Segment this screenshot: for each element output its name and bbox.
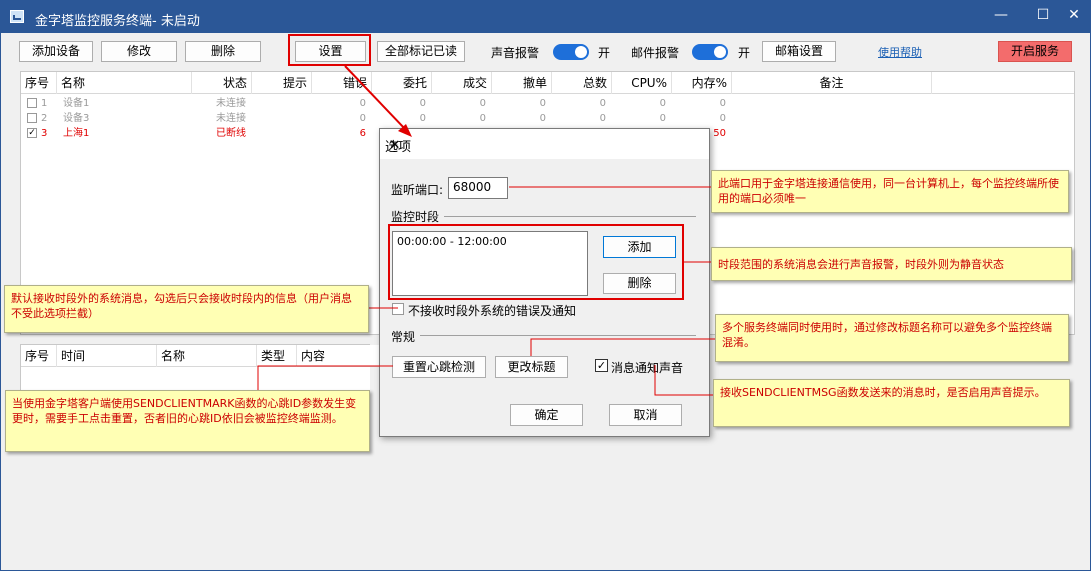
sound-callout: 接收SENDCLIENTMSG函数发送来的消息时，是否启用声音提示。 <box>713 379 1070 427</box>
no-receive-callout: 默认接收时段外的系统消息，勾选后只会接收时段内的信息（用户消息不受此选项拦截） <box>4 285 369 333</box>
title-connector <box>530 338 715 356</box>
period-callout: 时段范围的系统消息会进行声音报警，时段外则为静音状态 <box>711 247 1072 281</box>
heartbeat-connector <box>257 365 393 390</box>
settings-arrow-line <box>344 65 407 131</box>
heartbeat-callout: 当使用金字塔客户端使用SENDCLIENTMARK函数的心跳ID参数发生变更时，… <box>5 390 370 452</box>
sound-connector <box>654 365 713 396</box>
title-callout: 多个服务终端同时使用时，通过修改标题名称可以避免多个监控终端混淆。 <box>715 314 1069 362</box>
port-callout: 此端口用于金字塔连接通信使用，同一台计算机上，每个监控终端所使用的端口必须唯一 <box>711 170 1069 213</box>
settings-arrow-head <box>398 124 412 137</box>
